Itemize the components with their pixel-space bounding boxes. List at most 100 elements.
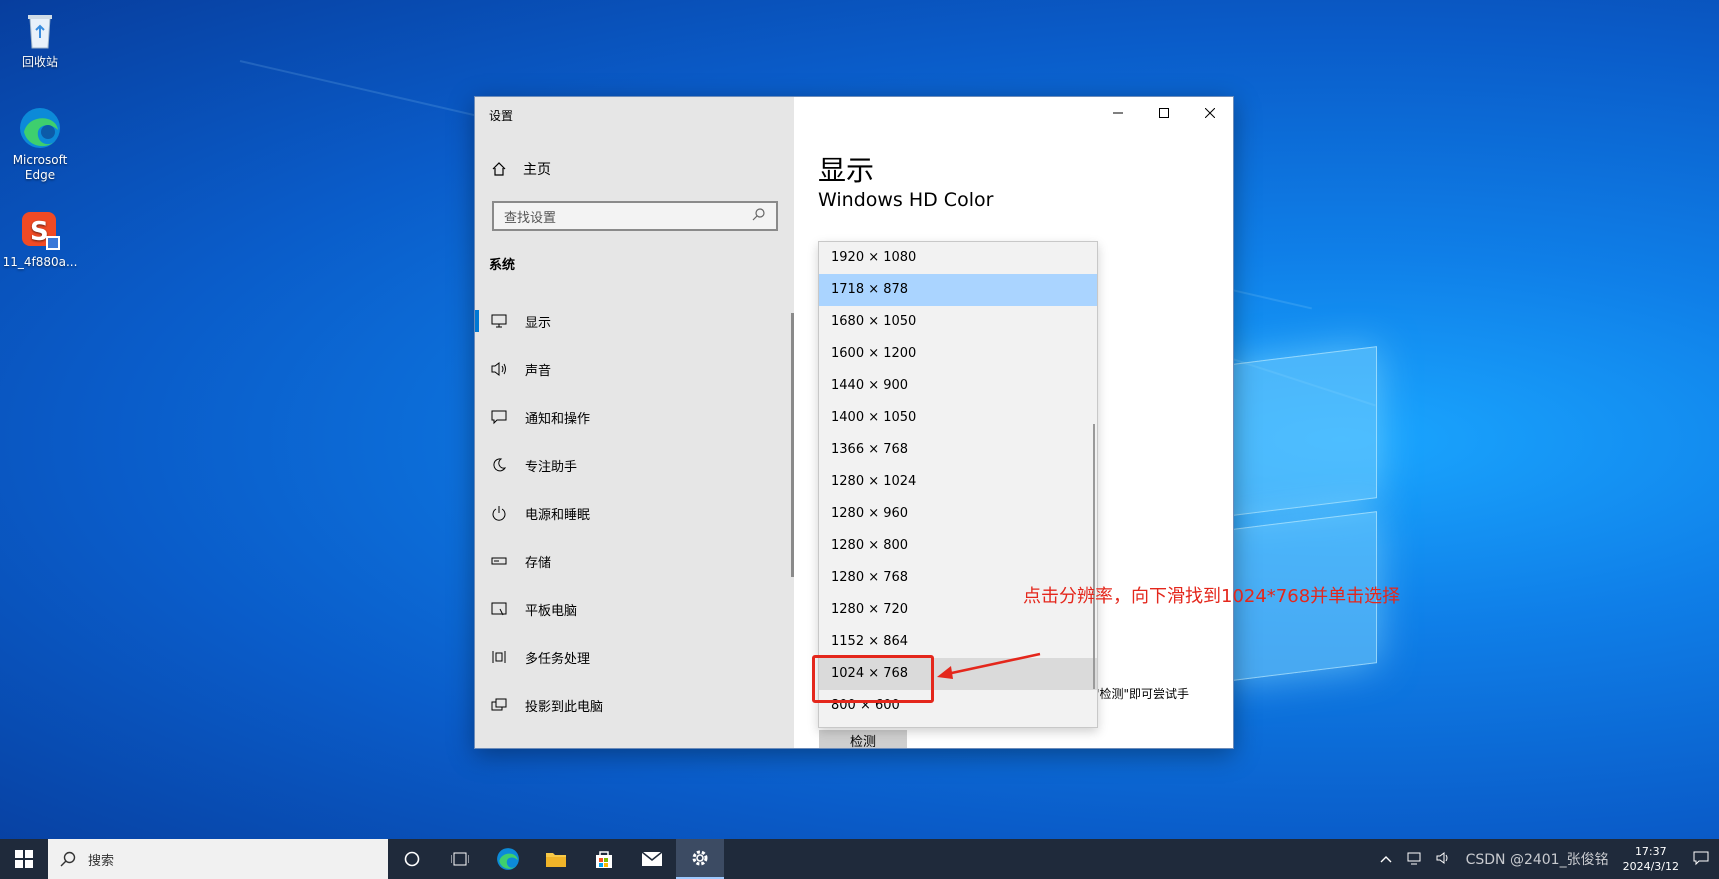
nav-item-label: 电源和睡眠 xyxy=(525,507,591,523)
desktop-icon-label: 11_4f880a... xyxy=(2,255,78,269)
nav-item-label: 通知和操作 xyxy=(525,411,591,427)
window-title: 设置 xyxy=(489,109,514,123)
settings-sidebar: 设置 主页 查找设置 系统 显示 声音 通知和操作 专注助手 电源和睡眠 存储 … xyxy=(475,97,794,748)
window-caption-buttons xyxy=(1095,97,1233,129)
nav-item-project[interactable]: 投影到此电脑 xyxy=(475,681,794,729)
nav-item-tablet[interactable]: 平板电脑 xyxy=(475,585,794,633)
resolution-option[interactable]: 1718 × 878 xyxy=(819,274,1097,306)
annotation-text: 点击分辨率，向下滑找到1024*768并单击选择 xyxy=(1023,586,1401,607)
annotation-arrow-icon xyxy=(937,652,1041,679)
maximize-icon xyxy=(1159,108,1169,118)
nav-item-label: 多任务处理 xyxy=(525,651,591,667)
windows-logo-wallpaper xyxy=(1225,335,1385,685)
resolution-option[interactable]: 1600 × 1200 xyxy=(819,338,1097,370)
taskbar: 搜索 CSDN @2401_张俊铭 17:37 2024/3/12 xyxy=(0,839,1719,879)
watermark-text: CSDN @2401_张俊铭 xyxy=(1465,852,1609,868)
dropdown-scrollbar[interactable] xyxy=(1093,424,1095,689)
edge-desktop-icon[interactable]: Microsoft Edge xyxy=(0,106,80,183)
folder-icon xyxy=(546,853,566,867)
sogou-desktop-icon[interactable]: S 11_4f880a... xyxy=(0,208,80,270)
nav-item-notifications[interactable]: 通知和操作 xyxy=(475,393,794,441)
nav-item-power-sleep[interactable]: 电源和睡眠 xyxy=(475,489,794,537)
clock-date: 2024/3/12 xyxy=(1622,860,1679,873)
store-button[interactable] xyxy=(580,839,628,879)
home-label: 主页 xyxy=(523,162,551,178)
multitask-icon xyxy=(489,647,509,667)
taskbar-edge-button[interactable] xyxy=(484,839,532,879)
task-view-button[interactable] xyxy=(436,839,484,879)
home-icon xyxy=(489,159,509,179)
taskbar-search-box[interactable]: 搜索 xyxy=(48,839,388,879)
moon-icon xyxy=(489,455,509,475)
cortana-button[interactable] xyxy=(388,839,436,879)
edge-icon xyxy=(18,106,62,150)
edge-icon xyxy=(497,848,519,870)
nav-item-label: 显示 xyxy=(525,315,552,331)
detect-button[interactable]: 检测 xyxy=(819,730,907,748)
section-heading: Windows HD Color xyxy=(818,189,994,211)
start-button[interactable] xyxy=(0,839,48,879)
nav-item-label: 存储 xyxy=(525,555,552,571)
desktop-icon-label: Microsoft Edge xyxy=(12,153,68,182)
nav-item-label: 专注助手 xyxy=(525,459,578,475)
nav-item-label: 投影到此电脑 xyxy=(525,699,604,715)
nav-item-focus-assist[interactable]: 专注助手 xyxy=(475,441,794,489)
close-icon xyxy=(1205,108,1215,118)
page-title: 显示 xyxy=(818,154,875,187)
resolution-option[interactable]: 1366 × 768 xyxy=(819,434,1097,466)
resolution-option[interactable]: 1280 × 1024 xyxy=(819,466,1097,498)
clock-time: 17:37 xyxy=(1634,845,1667,858)
close-button[interactable] xyxy=(1187,97,1233,129)
settings-content: 显示 Windows HD Color "检测"即可尝试手 检测 1920 × … xyxy=(794,97,1233,748)
tablet-icon xyxy=(489,599,509,619)
volume-icon[interactable] xyxy=(1436,851,1452,868)
nav-item-storage[interactable]: 存储 xyxy=(475,537,794,585)
nav-item-display[interactable]: 显示 xyxy=(475,297,794,345)
system-tray: CSDN @2401_张俊铭 17:37 2024/3/12 xyxy=(1380,839,1709,879)
mail-icon xyxy=(641,851,663,866)
section-label: 系统 xyxy=(489,258,516,273)
search-placeholder: 查找设置 xyxy=(504,210,557,226)
resolution-option[interactable]: 1680 × 1050 xyxy=(819,306,1097,338)
settings-nav-list: 显示 声音 通知和操作 专注助手 电源和睡眠 存储 平板电脑 多任务处理 投影到… xyxy=(475,297,794,729)
resolution-option[interactable]: 1280 × 960 xyxy=(819,498,1097,530)
taskbar-search-placeholder: 搜索 xyxy=(88,853,115,869)
settings-window: 设置 主页 查找设置 系统 显示 声音 通知和操作 专注助手 电源和睡眠 存储 … xyxy=(474,96,1234,749)
resolution-option[interactable]: 1920 × 1080 xyxy=(819,242,1097,274)
store-bag-icon xyxy=(596,851,612,868)
minimize-button[interactable] xyxy=(1095,97,1141,129)
nav-item-multitasking[interactable]: 多任务处理 xyxy=(475,633,794,681)
power-icon xyxy=(489,503,509,523)
cortana-circle-icon xyxy=(404,851,420,867)
resolution-options: 1920 × 1080 1718 × 878 1680 × 1050 1600 × 1… xyxy=(819,242,1097,722)
nav-item-sound[interactable]: 声音 xyxy=(475,345,794,393)
storage-icon xyxy=(489,551,509,571)
resolution-option[interactable]: 1440 × 900 xyxy=(819,370,1097,402)
settings-taskbar-button[interactable] xyxy=(676,839,724,879)
nav-item-label: 声音 xyxy=(525,363,552,379)
annotation-highlight-box xyxy=(812,655,934,703)
notification-center-icon[interactable] xyxy=(1693,850,1709,869)
windows-start-icon xyxy=(15,850,33,868)
sogou-icon: S xyxy=(18,208,62,252)
maximize-button[interactable] xyxy=(1141,97,1187,129)
svg-text:S: S xyxy=(30,217,49,247)
nav-item-label: 平板电脑 xyxy=(525,603,578,619)
chevron-up-icon[interactable] xyxy=(1380,852,1392,866)
mail-button[interactable] xyxy=(628,839,676,879)
notification-icon xyxy=(489,407,509,427)
resolution-option[interactable]: 1280 × 800 xyxy=(819,530,1097,562)
home-nav-item[interactable]: 主页 xyxy=(489,159,551,179)
file-explorer-button[interactable] xyxy=(532,839,580,879)
minimize-icon xyxy=(1113,112,1123,114)
task-view-icon xyxy=(451,852,469,866)
resolution-option[interactable]: 1400 × 1050 xyxy=(819,402,1097,434)
taskbar-clock[interactable]: 17:37 2024/3/12 xyxy=(1623,844,1679,874)
recycle-bin-desktop-icon[interactable]: 回收站 xyxy=(0,8,80,70)
speaker-icon xyxy=(489,359,509,379)
monitor-icon xyxy=(489,311,509,331)
network-icon[interactable] xyxy=(1406,851,1422,868)
settings-search-input[interactable]: 查找设置 xyxy=(492,201,778,231)
recycle-bin-icon xyxy=(18,8,62,52)
detect-hint-text: "检测"即可尝试手 xyxy=(1094,687,1190,701)
